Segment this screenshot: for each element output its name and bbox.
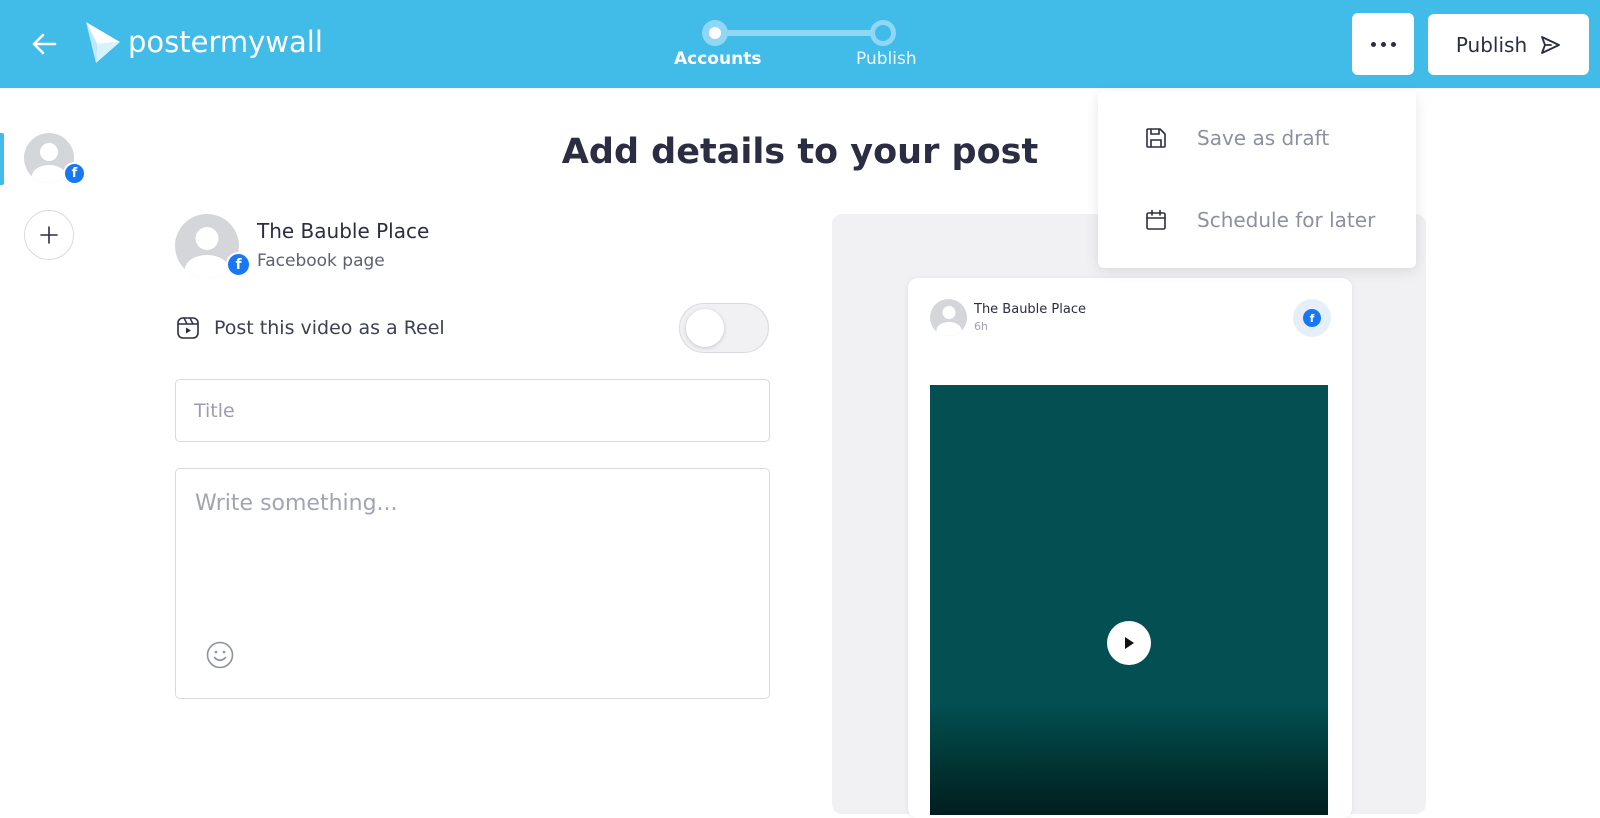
more-dot bbox=[1390, 41, 1396, 47]
avatar-body bbox=[185, 255, 229, 278]
avatar-head bbox=[195, 227, 219, 250]
avatar-body bbox=[936, 322, 961, 336]
calendar-icon bbox=[1143, 207, 1169, 233]
schedule-for-later-label: Schedule for later bbox=[1197, 208, 1376, 232]
add-account-button[interactable] bbox=[24, 210, 74, 260]
preview-avatar bbox=[930, 299, 967, 336]
step-accounts-dot bbox=[702, 20, 728, 46]
reel-icon bbox=[177, 317, 199, 339]
facebook-logo-icon: f bbox=[1303, 309, 1321, 327]
preview-facebook-icon: f bbox=[1293, 299, 1331, 337]
title-input[interactable] bbox=[175, 379, 770, 442]
schedule-for-later-item[interactable]: Schedule for later bbox=[1098, 185, 1416, 255]
arrow-left-icon bbox=[32, 33, 57, 55]
step-accounts-label[interactable]: Accounts bbox=[674, 49, 761, 69]
save-as-draft-label: Save as draft bbox=[1197, 126, 1330, 150]
preview-page-name: The Bauble Place bbox=[974, 302, 1086, 317]
preview-timestamp: 6h bbox=[974, 320, 988, 333]
step-publish-label[interactable]: Publish bbox=[856, 49, 917, 69]
more-options-button[interactable] bbox=[1352, 13, 1414, 75]
back-button[interactable] bbox=[26, 26, 62, 62]
play-icon bbox=[1125, 637, 1134, 649]
video-preview bbox=[930, 385, 1328, 815]
postermywall-logo[interactable]: postermywall bbox=[86, 20, 323, 64]
progress-stepper: Accounts Publish bbox=[670, 18, 930, 78]
save-as-draft-item[interactable]: Save as draft bbox=[1098, 103, 1416, 173]
play-button[interactable] bbox=[1107, 621, 1151, 665]
step-publish-dot bbox=[870, 20, 896, 46]
publish-button-label: Publish bbox=[1455, 32, 1528, 57]
emoji-button[interactable] bbox=[205, 640, 235, 670]
send-icon bbox=[1541, 35, 1561, 54]
reel-toggle[interactable] bbox=[679, 303, 769, 353]
more-dot bbox=[1380, 41, 1386, 47]
publish-button[interactable]: Publish bbox=[1428, 14, 1589, 75]
smiley-icon bbox=[206, 641, 234, 669]
paper-plane-logo-icon bbox=[86, 22, 120, 63]
more-dots-icon bbox=[1370, 41, 1376, 47]
toggle-knob bbox=[686, 309, 724, 347]
reel-label: Post this video as a Reel bbox=[214, 317, 445, 339]
avatar-head bbox=[942, 306, 955, 319]
top-header: postermywall Accounts Publish Publish bbox=[0, 0, 1600, 88]
plus-icon bbox=[40, 226, 58, 244]
more-options-menu: Save as draft Schedule for later bbox=[1098, 91, 1416, 268]
account-type: Facebook page bbox=[257, 251, 385, 271]
account-name: The Bauble Place bbox=[257, 219, 430, 243]
logo-text: postermywall bbox=[128, 25, 323, 59]
stepper-line bbox=[714, 30, 884, 36]
facebook-badge-icon: f bbox=[226, 252, 251, 277]
message-textarea[interactable] bbox=[175, 468, 770, 699]
floppy-disk-icon bbox=[1143, 125, 1169, 151]
